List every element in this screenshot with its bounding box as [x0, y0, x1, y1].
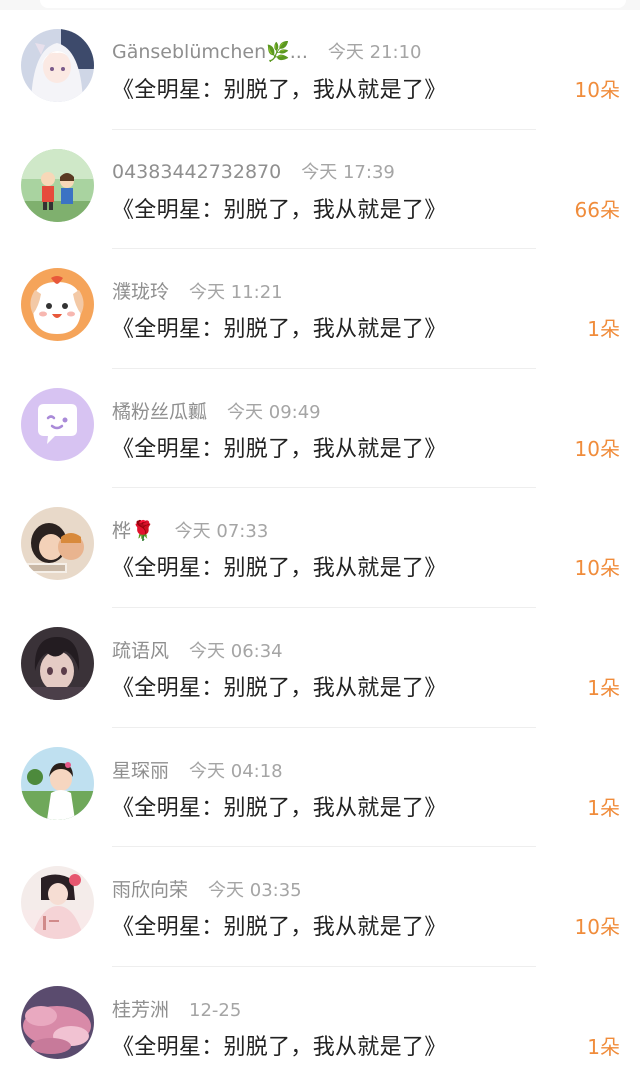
user-name[interactable]: 04383442732870 [112, 161, 281, 183]
user-name[interactable]: 星琛丽 [112, 760, 169, 782]
flower-count: 10朵 [574, 556, 620, 581]
row-meta: 桂芳洲 12-25 [112, 995, 241, 1022]
row-meta: 濮珑玲 今天 11:21 [112, 277, 283, 304]
flower-count: 1朵 [587, 675, 620, 700]
row-meta: Gänseblümchen🌿... 今天 21:10 [112, 38, 422, 64]
flower-count: 10朵 [574, 78, 620, 102]
user-name[interactable]: 桦🌹 [112, 520, 155, 542]
girl-photo-avatar[interactable] [21, 746, 94, 820]
baby-photo-avatar[interactable] [21, 507, 94, 581]
row-meta: 桦🌹 今天 07:33 [112, 516, 268, 543]
gift-message[interactable]: 《全明星：别脱了，我从就是了》 [112, 550, 447, 582]
row-meta: 橘粉丝瓜瓤 今天 09:49 [112, 397, 321, 424]
list-item[interactable]: 桂芳洲 12-25 《全明星：别脱了，我从就是了》 1朵 [0, 967, 640, 1086]
timestamp: 今天 21:10 [327, 42, 422, 63]
flower-count: 1朵 [587, 1034, 620, 1059]
timestamp: 今天 09:49 [227, 401, 321, 423]
timestamp: 今天 03:35 [208, 880, 302, 902]
list-item[interactable]: 桦🌹 今天 07:33 《全明星：别脱了，我从就是了》 10朵 [0, 488, 640, 608]
white-dog-avatar[interactable] [21, 268, 94, 342]
list-item[interactable]: 星琛丽 今天 04:18 《全明星：别脱了，我从就是了》 1朵 [0, 728, 640, 848]
list-item[interactable]: Gänseblümchen🌿... 今天 21:10 《全明星：别脱了，我从就是了… [0, 10, 640, 130]
flower-count: 10朵 [574, 436, 620, 461]
row-meta: 雨欣向荣 今天 03:35 [112, 875, 302, 902]
user-name[interactable]: 桂芳洲 [112, 999, 169, 1021]
list-item[interactable]: 雨欣向荣 今天 03:35 《全明星：别脱了，我从就是了》 10朵 [0, 847, 640, 967]
gift-message[interactable]: 《全明星：别脱了，我从就是了》 [112, 192, 447, 224]
user-name[interactable]: Gänseblümchen🌿... [112, 41, 308, 63]
gift-message[interactable]: 《全明星：别脱了，我从就是了》 [112, 909, 447, 941]
user-name[interactable]: 雨欣向荣 [112, 879, 188, 901]
cartoon-kids-avatar[interactable] [21, 148, 94, 222]
gift-message[interactable]: 《全明星：别脱了，我从就是了》 [112, 1029, 447, 1061]
pink-sky-avatar[interactable] [21, 985, 94, 1059]
ancient-style-avatar[interactable] [21, 866, 94, 940]
list-item[interactable]: 濮珑玲 今天 11:21 《全明星：别脱了，我从就是了》 1朵 [0, 249, 640, 369]
flower-count: 66朵 [574, 197, 620, 222]
timestamp: 今天 04:18 [189, 760, 283, 782]
gift-message[interactable]: 《全明星：别脱了，我从就是了》 [112, 72, 447, 104]
list-item[interactable]: 疏语风 今天 06:34 《全明星：别脱了，我从就是了》 1朵 [0, 608, 640, 728]
anime-girl-avatar[interactable] [21, 29, 94, 102]
timestamp: 今天 17:39 [301, 161, 395, 183]
user-name[interactable]: 疏语风 [112, 640, 169, 662]
timestamp: 今天 06:34 [189, 640, 283, 662]
gift-message[interactable]: 《全明星：别脱了，我从就是了》 [112, 790, 447, 822]
gift-list: Gänseblümchen🌿... 今天 21:10 《全明星：别脱了，我从就是了… [0, 10, 640, 1086]
chat-bubble-avatar[interactable] [21, 387, 94, 461]
user-name[interactable]: 橘粉丝瓜瓤 [112, 401, 207, 423]
flower-count: 1朵 [587, 317, 620, 342]
flower-count: 1朵 [587, 795, 620, 820]
timestamp: 今天 07:33 [174, 521, 269, 543]
flower-count: 10朵 [574, 915, 620, 940]
row-meta: 疏语风 今天 06:34 [112, 636, 283, 663]
row-meta: 04383442732870 今天 17:39 [112, 158, 395, 184]
anime-dark-hair-avatar[interactable] [21, 626, 94, 700]
timestamp: 今天 11:21 [189, 282, 283, 304]
gift-message[interactable]: 《全明星：别脱了，我从就是了》 [112, 670, 447, 702]
timestamp: 12-25 [189, 999, 242, 1021]
list-item[interactable]: 橘粉丝瓜瓤 今天 09:49 《全明星：别脱了，我从就是了》 10朵 [0, 369, 640, 489]
gift-message[interactable]: 《全明星：别脱了，我从就是了》 [112, 311, 447, 343]
row-meta: 星琛丽 今天 04:18 [112, 756, 283, 783]
list-item[interactable]: 04383442732870 今天 17:39 《全明星：别脱了，我从就是了》 6… [0, 130, 640, 250]
user-name[interactable]: 濮珑玲 [112, 281, 169, 303]
gift-message[interactable]: 《全明星：别脱了，我从就是了》 [112, 431, 447, 463]
top-edge [0, 0, 640, 10]
